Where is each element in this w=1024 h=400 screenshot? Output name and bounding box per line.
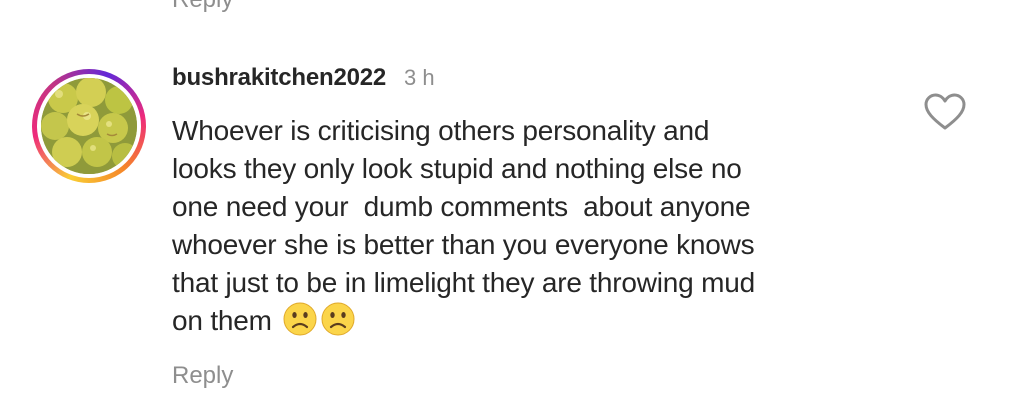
avatar-ring-gap <box>37 74 141 178</box>
comment: bushrakitchen2022 3 h Whoever is critici… <box>0 0 1024 400</box>
comment-thread: Reply <box>0 0 1024 400</box>
comment-text-line: on them <box>172 305 272 336</box>
username-link[interactable]: bushrakitchen2022 <box>172 64 386 92</box>
comment-text: Whoever is criticising others personalit… <box>172 112 902 340</box>
avatar[interactable] <box>32 69 146 183</box>
heart-outline-icon <box>924 93 966 130</box>
avatar-photo-icon <box>41 78 137 174</box>
comment-text-line: looks they only look stupid and nothing … <box>172 153 742 184</box>
comment-text-line: one need your dumb comments about anyone <box>172 191 751 222</box>
avatar-image <box>41 78 137 174</box>
slightly-frowning-face-emoji-icon <box>321 302 355 336</box>
comment-last-line: on them <box>172 302 902 340</box>
like-button[interactable] <box>923 92 967 132</box>
timestamp: 3 h <box>404 65 435 90</box>
comment-text-line: Whoever is criticising others personalit… <box>172 115 710 146</box>
reply-button[interactable]: Reply <box>172 362 233 390</box>
comment-text-line: whoever she is better than you everyone … <box>172 229 755 260</box>
slightly-frowning-face-emoji-icon <box>283 302 317 336</box>
comment-header: bushrakitchen2022 3 h <box>172 64 435 98</box>
comment-text-line: that just to be in limelight they are th… <box>172 267 755 298</box>
